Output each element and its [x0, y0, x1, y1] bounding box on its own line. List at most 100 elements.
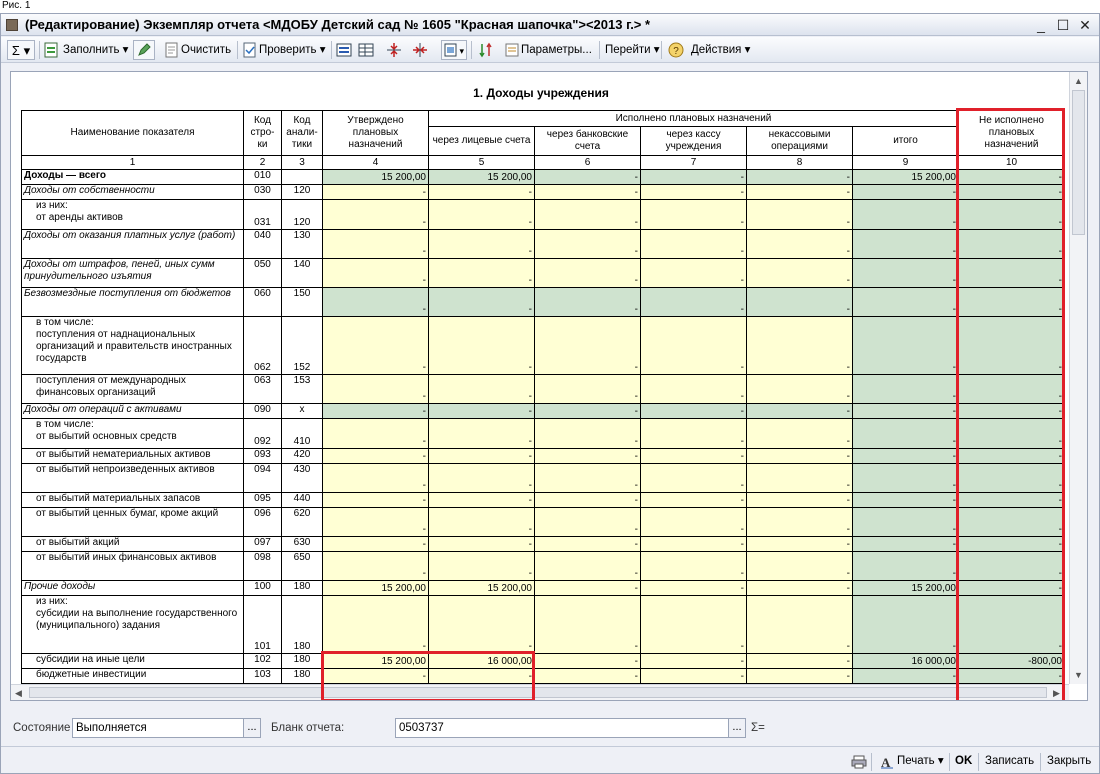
cell-c5[interactable]: - [428, 507, 535, 537]
cell-c5[interactable]: - [428, 492, 535, 508]
cell-c4[interactable]: - [322, 258, 429, 288]
close-form-button[interactable]: Закрыть [1047, 751, 1091, 771]
cell-c6[interactable]: - [534, 184, 641, 200]
cell-c10[interactable]: - [958, 418, 1065, 449]
insert-row-icon[interactable] [385, 41, 403, 59]
print-button[interactable]: Печать ▾ [897, 751, 944, 771]
cell-c9[interactable]: - [852, 374, 959, 404]
vertical-scrollbar[interactable]: ▲ ▼ [1069, 72, 1087, 684]
cell-c10[interactable]: - [958, 595, 1065, 654]
cell-c5[interactable]: - [428, 463, 535, 493]
cell-c7[interactable]: - [640, 580, 747, 596]
cell-c8[interactable]: - [746, 492, 853, 508]
cell-c6[interactable]: - [534, 492, 641, 508]
ok-button[interactable]: OK [955, 751, 972, 771]
cell-c5[interactable]: - [428, 229, 535, 259]
cell-c6[interactable]: - [534, 199, 641, 230]
cell-c4[interactable]: - [322, 507, 429, 537]
cell-c8[interactable]: - [746, 580, 853, 596]
cell-c9[interactable]: - [852, 229, 959, 259]
cell-c8[interactable]: - [746, 595, 853, 654]
cell-c10[interactable]: - [958, 492, 1065, 508]
cell-c6[interactable]: - [534, 595, 641, 654]
form-field[interactable]: 0503737 [395, 718, 729, 738]
cell-c10[interactable]: - [958, 316, 1065, 375]
cell-c6[interactable]: - [534, 287, 641, 317]
cell-c4[interactable]: - [322, 463, 429, 493]
maximize-button[interactable]: ☐ [1055, 17, 1071, 33]
cell-c9[interactable]: - [852, 199, 959, 230]
cell-c9[interactable]: 15 200,00 [852, 169, 959, 185]
cell-c6[interactable]: - [534, 403, 641, 419]
cell-c8[interactable]: - [746, 184, 853, 200]
cell-c4[interactable]: 15 200,00 [322, 169, 429, 185]
help-icon[interactable]: ? [667, 41, 685, 59]
cell-c7[interactable]: - [640, 418, 747, 449]
cell-c4[interactable]: 15 200,00 [322, 653, 429, 669]
cell-c8[interactable]: - [746, 448, 853, 464]
cell-c5[interactable]: - [428, 316, 535, 375]
cell-c5[interactable]: 16 000,00 [428, 653, 535, 669]
cell-c9[interactable]: 15 200,00 [852, 580, 959, 596]
cell-c8[interactable]: - [746, 418, 853, 449]
fill-button[interactable]: Заполнить ▾ [63, 40, 128, 60]
cell-c10[interactable]: -800,00 [958, 653, 1065, 669]
cell-c5[interactable]: - [428, 287, 535, 317]
cell-c8[interactable]: - [746, 507, 853, 537]
cell-c7[interactable]: - [640, 316, 747, 375]
cell-c4[interactable]: - [322, 184, 429, 200]
cell-c7[interactable]: - [640, 448, 747, 464]
cell-c5[interactable]: - [428, 184, 535, 200]
cell-c9[interactable]: - [852, 463, 959, 493]
cell-c6[interactable]: - [534, 448, 641, 464]
cell-c4[interactable]: - [322, 595, 429, 654]
cell-c7[interactable]: - [640, 403, 747, 419]
state-select-button[interactable]: ... [243, 718, 261, 738]
cell-c7[interactable]: - [640, 492, 747, 508]
state-field[interactable]: Выполняется [72, 718, 244, 738]
cell-c10[interactable]: - [958, 199, 1065, 230]
cell-c9[interactable]: - [852, 316, 959, 375]
goto-button[interactable]: Перейти ▾ [605, 40, 660, 60]
cell-c8[interactable]: - [746, 403, 853, 419]
cell-c10[interactable]: - [958, 551, 1065, 581]
cell-c6[interactable]: - [534, 258, 641, 288]
cell-c7[interactable]: - [640, 258, 747, 288]
cell-c5[interactable]: - [428, 403, 535, 419]
cell-c9[interactable]: - [852, 403, 959, 419]
cell-c10[interactable]: - [958, 463, 1065, 493]
cell-c10[interactable]: - [958, 258, 1065, 288]
cell-c9[interactable]: - [852, 507, 959, 537]
cell-c7[interactable]: - [640, 374, 747, 404]
clear-button[interactable]: Очистить [181, 40, 231, 60]
cell-c6[interactable]: - [534, 580, 641, 596]
cell-c4[interactable]: - [322, 492, 429, 508]
actions-button[interactable]: Действия ▾ [691, 40, 750, 60]
cell-c5[interactable]: - [428, 199, 535, 230]
cell-c10[interactable]: - [958, 403, 1065, 419]
table-icon[interactable] [357, 41, 375, 59]
cell-c6[interactable]: - [534, 316, 641, 375]
cell-c9[interactable]: - [852, 551, 959, 581]
cell-c6[interactable]: - [534, 668, 641, 684]
cell-c7[interactable]: - [640, 184, 747, 200]
cell-c5[interactable]: - [428, 551, 535, 581]
insert-column-icon[interactable] [411, 41, 429, 59]
expand-rows-icon[interactable] [335, 41, 353, 59]
cell-c6[interactable]: - [534, 463, 641, 493]
cell-c5[interactable]: - [428, 258, 535, 288]
cell-c8[interactable]: - [746, 229, 853, 259]
scroll-left-arrow[interactable]: ◀ [15, 687, 22, 699]
minimize-button[interactable]: _ [1033, 17, 1049, 33]
scroll-right-arrow[interactable]: ▶ [1053, 687, 1060, 699]
cell-c4[interactable]: - [322, 199, 429, 230]
cell-c9[interactable]: - [852, 536, 959, 552]
cell-c7[interactable]: - [640, 536, 747, 552]
cell-c10[interactable]: - [958, 580, 1065, 596]
edit-button[interactable] [133, 40, 155, 60]
cell-c10[interactable]: - [958, 287, 1065, 317]
cell-c6[interactable]: - [534, 374, 641, 404]
cell-c5[interactable]: 15 200,00 [428, 169, 535, 185]
cell-c10[interactable]: - [958, 184, 1065, 200]
cell-c7[interactable]: - [640, 668, 747, 684]
